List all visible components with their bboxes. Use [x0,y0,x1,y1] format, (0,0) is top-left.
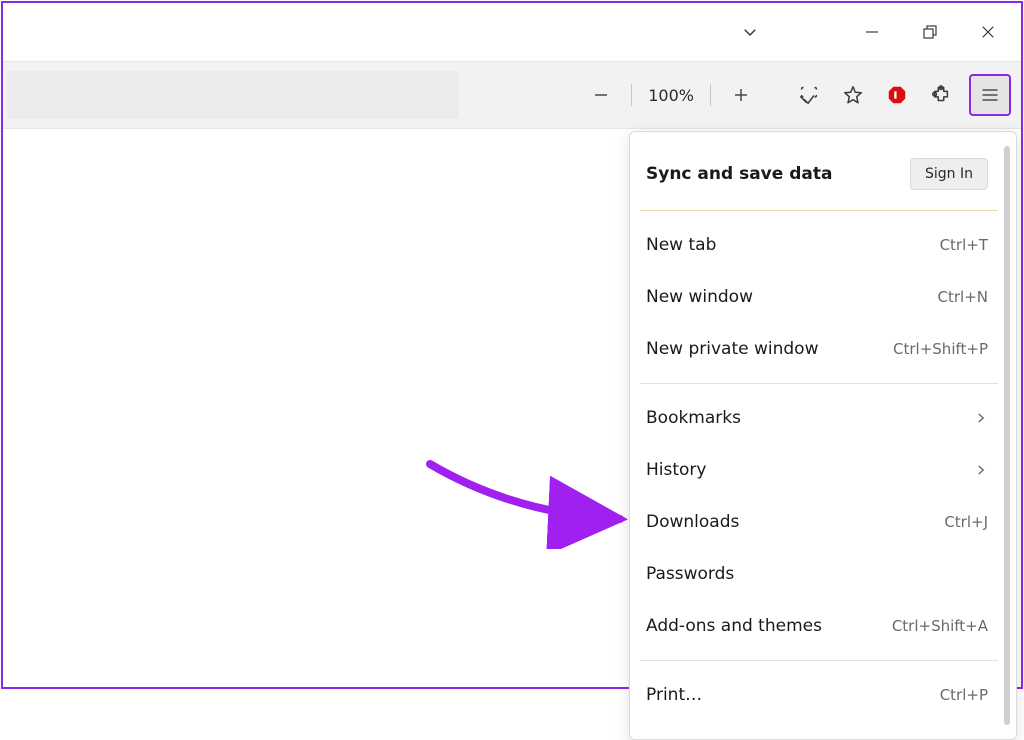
extensions-icon[interactable] [921,75,961,115]
window-titlebar [3,3,1021,61]
menu-item-new-window[interactable]: New window Ctrl+N [640,271,998,323]
menu-section: Print… Ctrl+P [640,661,998,729]
app-menu-dropdown: Sync and save data Sign In New tab Ctrl+… [629,131,1017,740]
menu-item-shortcut: Ctrl+Shift+A [892,617,988,635]
menu-scrollbar[interactable] [1004,146,1010,725]
menu-item-label: Passwords [646,564,734,584]
menu-section: Bookmarks History Downloads Ctrl+J Passw… [640,384,998,661]
sync-title: Sync and save data [646,164,832,184]
menu-item-label: New tab [646,235,716,255]
menu-item-shortcut: Ctrl+J [944,513,988,531]
sync-row: Sync and save data Sign In [640,142,998,211]
zoom-separator [710,84,711,106]
screenshot-icon[interactable] [789,75,829,115]
menu-item-bookmarks[interactable]: Bookmarks [640,392,998,444]
page-content: Sync and save data Sign In New tab Ctrl+… [3,129,1021,687]
menu-item-shortcut: Ctrl+Shift+P [893,340,988,358]
bookmark-star-icon[interactable] [833,75,873,115]
menu-item-label: Downloads [646,512,739,532]
menu-item-passwords[interactable]: Passwords [640,548,998,600]
app-menu-button[interactable] [969,74,1011,116]
sign-in-button[interactable]: Sign In [910,158,988,190]
toolbar-icon-row [789,74,1011,116]
maximize-button[interactable] [903,8,957,56]
chevron-right-icon [974,411,988,425]
zoom-in-button[interactable] [721,75,761,115]
menu-item-new-tab[interactable]: New tab Ctrl+T [640,219,998,271]
menu-section: New tab Ctrl+T New window Ctrl+N New pri… [640,211,998,384]
menu-item-label: Bookmarks [646,408,741,428]
browser-window: 100% [1,1,1023,689]
zoom-value: 100% [642,86,700,105]
menu-item-history[interactable]: History [640,444,998,496]
minimize-button[interactable] [845,8,899,56]
chevron-right-icon [974,463,988,477]
menu-item-label: New window [646,287,753,307]
menu-item-label: Add-ons and themes [646,616,822,636]
browser-toolbar: 100% [3,61,1021,129]
menu-item-new-private-window[interactable]: New private window Ctrl+Shift+P [640,323,998,375]
app-menu-list: Sync and save data Sign In New tab Ctrl+… [640,142,998,729]
zoom-controls: 100% [581,75,761,115]
menu-item-shortcut: Ctrl+P [940,686,988,704]
zoom-out-button[interactable] [581,75,621,115]
address-bar[interactable] [7,71,459,119]
close-button[interactable] [961,8,1015,56]
tab-dropdown-button[interactable] [723,8,777,56]
menu-item-shortcut: Ctrl+T [940,236,988,254]
menu-item-shortcut: Ctrl+N [938,288,988,306]
annotation-arrow [425,459,645,549]
adblock-icon[interactable] [877,75,917,115]
menu-item-addons[interactable]: Add-ons and themes Ctrl+Shift+A [640,600,998,652]
zoom-separator [631,84,632,106]
menu-item-print[interactable]: Print… Ctrl+P [640,669,998,721]
menu-item-label: History [646,460,706,480]
menu-item-downloads[interactable]: Downloads Ctrl+J [640,496,998,548]
menu-item-label: New private window [646,339,819,359]
menu-item-label: Print… [646,685,702,705]
